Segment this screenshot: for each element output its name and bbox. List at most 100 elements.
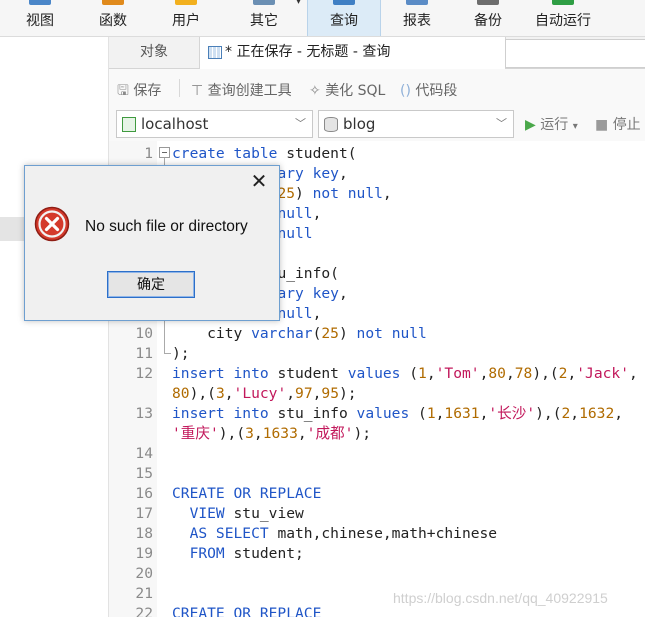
connection-select[interactable]: localhost ﹀ <box>116 110 313 138</box>
play-icon: ▶ <box>525 117 536 133</box>
ribbon-label: 用户 <box>172 13 200 29</box>
error-dialog: ✕ No such file or directory 确定 <box>24 165 280 321</box>
line-number: 12 <box>135 365 153 382</box>
other-icon <box>253 0 275 5</box>
toolbar-divider <box>179 79 180 97</box>
chevron-down-icon: ﹀ <box>496 117 507 130</box>
server-icon <box>122 117 136 132</box>
code-line[interactable]: '重庆'),(3,1633,'成都'); <box>109 424 645 444</box>
code-line[interactable]: 11); <box>109 344 645 364</box>
ribbon-other-button[interactable]: 其它 <box>232 0 296 36</box>
code-text: FROM student; <box>189 545 304 562</box>
ribbon-view-button[interactable]: 视图 <box>14 0 66 36</box>
beautify-sql-button[interactable]: ✧ 美化 SQL <box>309 80 385 100</box>
code-line[interactable]: 15 <box>109 464 645 484</box>
tab-objects[interactable]: 对象 <box>109 37 199 68</box>
code-text: VIEW stu_view <box>189 505 304 522</box>
ribbon-label: 报表 <box>403 13 431 29</box>
user-icon <box>175 0 197 5</box>
code-line[interactable]: 18 AS SELECT math,chinese,math+chinese <box>109 524 645 544</box>
ribbon-report-button[interactable]: 报表 <box>384 0 450 36</box>
ribbon-label: 其它 <box>250 13 278 29</box>
tab-query-label: * 正在保存 - 无标题 - 查询 <box>225 44 391 60</box>
code-line[interactable]: 20 <box>109 564 645 584</box>
ribbon-label: 函数 <box>99 13 127 29</box>
line-number: 19 <box>135 545 153 562</box>
query-builder-icon: ⊤ <box>191 83 204 99</box>
ribbon-label: 备份 <box>474 13 502 29</box>
object-search-input[interactable] <box>505 39 645 68</box>
query-builder-label: 查询创建工具 <box>207 83 292 99</box>
code-text: insert into student values (1,'Tom',80,7… <box>172 365 638 382</box>
ribbon-label: 视图 <box>26 13 54 29</box>
close-icon[interactable]: ✕ <box>245 168 273 194</box>
database-select[interactable]: blog ﹀ <box>318 110 514 138</box>
code-line[interactable]: 17 VIEW stu_view <box>109 504 645 524</box>
query-icon <box>333 0 355 5</box>
run-dropdown-icon[interactable]: ▾ <box>573 121 578 132</box>
query-toolbar: 🖫 保存 ⊤ 查询创建工具 ✧ 美化 SQL () 代码段 <box>109 69 645 107</box>
code-line[interactable]: 10 city varchar(25) not null <box>109 324 645 344</box>
save-button[interactable]: 🖫 保存 <box>117 80 161 104</box>
report-icon <box>406 0 428 5</box>
line-number: 11 <box>135 345 153 362</box>
ribbon-label: 查询 <box>330 13 358 29</box>
code-line[interactable]: 16 CREATE OR REPLACE <box>109 484 645 504</box>
code-text: create table student( <box>172 145 357 162</box>
ribbon-label: 自动运行 <box>535 13 591 29</box>
save-button-label: 保存 <box>133 83 162 99</box>
line-number: 16 <box>135 485 153 502</box>
connection-select-value: localhost <box>141 115 209 133</box>
code-line[interactable]: 1 create table student( <box>109 144 645 164</box>
line-number: 13 <box>135 405 153 422</box>
query-builder-button[interactable]: ⊤ 查询创建工具 <box>191 80 292 100</box>
beautify-sql-label: 美化 SQL <box>325 83 386 99</box>
line-number: 1 <box>144 145 153 162</box>
tab-bar: 对象 * 正在保存 - 无标题 - 查询 <box>109 37 645 69</box>
save-icon: 🖫 <box>117 83 129 99</box>
code-text: AS SELECT math,chinese,math+chinese <box>189 525 498 542</box>
ok-button[interactable]: 确定 <box>107 271 195 298</box>
run-button-label: 运行 <box>540 117 569 133</box>
ribbon-query-button[interactable]: 查询 <box>307 0 381 36</box>
error-icon <box>34 206 70 242</box>
backup-icon <box>477 0 499 5</box>
ribbon-user-button[interactable]: 用户 <box>156 0 216 36</box>
tab-query[interactable]: * 正在保存 - 无标题 - 查询 <box>199 37 506 69</box>
ribbon-backup-button[interactable]: 备份 <box>460 0 516 36</box>
code-text: CREATE OR REPLACE <box>172 485 322 502</box>
line-number: 21 <box>135 585 153 602</box>
main-ribbon: 视图 函数 用户 其它 查询 报表 备份 自动运行 ▾ <box>0 0 645 37</box>
code-text: insert into stu_info values (1,1631,'长沙'… <box>172 405 624 422</box>
line-number: 15 <box>135 465 153 482</box>
navigation-pane[interactable] <box>0 37 109 617</box>
code-line[interactable]: 80),(3,'Lucy',97,95); <box>109 384 645 404</box>
line-number: 20 <box>135 565 153 582</box>
code-text: 80),(3,'Lucy',97,95); <box>172 385 357 402</box>
line-number: 14 <box>135 445 153 462</box>
code-snippet-button[interactable]: () 代码段 <box>400 80 457 100</box>
database-select-value: blog <box>343 115 376 133</box>
function-icon <box>102 0 124 5</box>
line-number: 17 <box>135 505 153 522</box>
beautify-icon: ✧ <box>309 83 321 99</box>
code-line[interactable]: 19 FROM student; <box>109 544 645 564</box>
code-snippet-label: 代码段 <box>415 83 458 99</box>
database-icon <box>324 117 338 132</box>
error-message: No such file or directory <box>85 218 248 235</box>
code-line[interactable]: 13 insert into stu_info values (1,1631,'长… <box>109 404 645 424</box>
code-text: city varchar(25) not null <box>172 325 427 342</box>
stop-button-label: 停止 <box>612 117 641 133</box>
line-number: 22 <box>135 605 153 617</box>
ribbon-autorun-button[interactable]: 自动运行 <box>525 0 601 36</box>
watermark: https://blog.csdn.net/qq_40922915 <box>393 590 608 606</box>
code-line[interactable]: 14 <box>109 444 645 464</box>
run-button[interactable]: ▶ 运行 ▾ <box>525 114 578 134</box>
line-number: 18 <box>135 525 153 542</box>
other-dropdown-icon[interactable]: ▾ <box>296 0 301 7</box>
query-tab-icon <box>208 46 222 59</box>
ribbon-function-button[interactable]: 函数 <box>84 0 142 36</box>
code-line[interactable]: 12 insert into student values (1,'Tom',80… <box>109 364 645 384</box>
stop-button[interactable]: ■ 停止 <box>595 114 641 134</box>
code-snippet-icon: () <box>400 83 411 99</box>
